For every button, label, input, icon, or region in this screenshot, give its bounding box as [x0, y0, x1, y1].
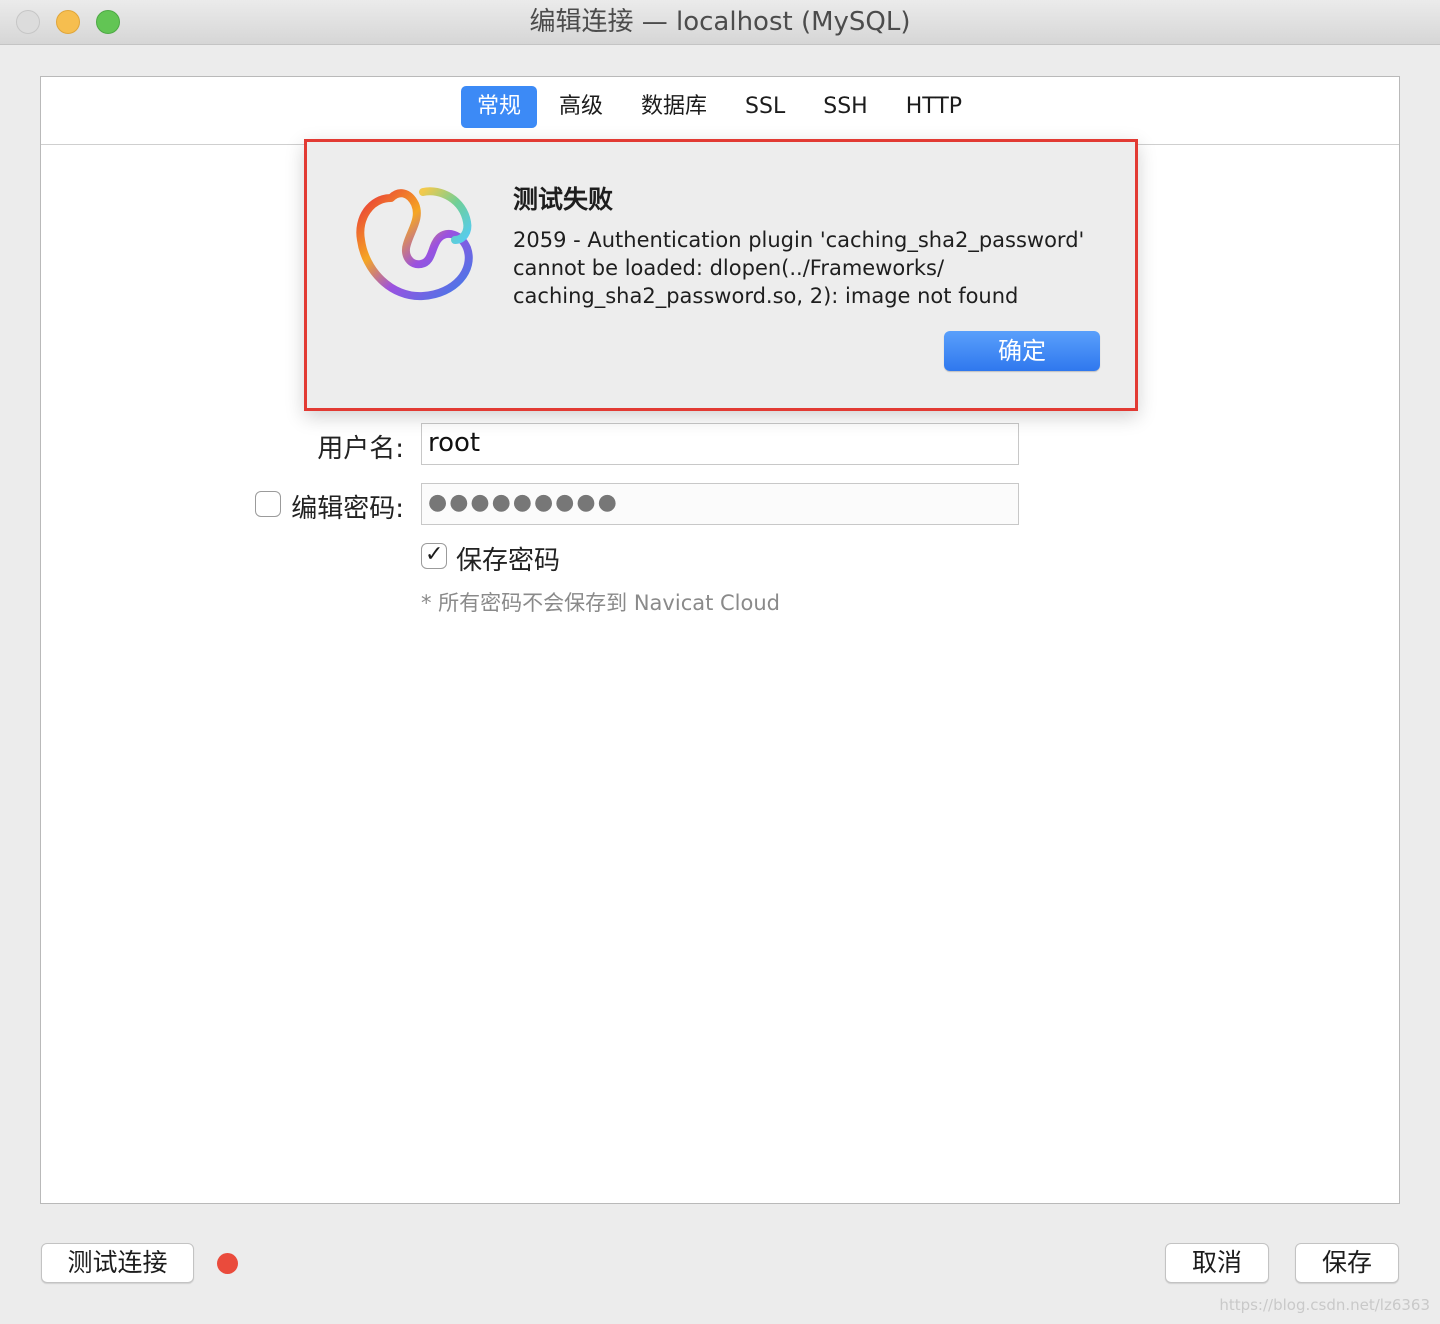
test-failed-alert: 测试失败 2059 - Authentication plugin 'cachi… — [304, 139, 1138, 411]
tabs: 常规 高级 数据库 SSL SSH HTTP — [461, 86, 984, 128]
tab-bar: 常规 高级 数据库 SSL SSH HTTP — [41, 77, 1399, 145]
edit-password-checkbox[interactable] — [255, 491, 281, 517]
test-connection-button[interactable]: 测试连接 — [41, 1243, 194, 1283]
password-input[interactable]: ●●●●●●●●● — [421, 483, 1019, 525]
tab-ssl[interactable]: SSL — [729, 86, 801, 128]
window-title: 编辑连接 — localhost (MySQL) — [529, 7, 911, 37]
save-password-checkbox[interactable]: ✓ — [421, 542, 447, 569]
tab-general[interactable]: 常规 — [461, 86, 538, 128]
alert-message-line: caching_sha2_password.so, 2): image not … — [513, 284, 1019, 308]
cloud-note: * 所有密码不会保存到 Navicat Cloud — [421, 591, 780, 615]
tab-databases[interactable]: 数据库 — [625, 86, 723, 128]
tab-http[interactable]: HTTP — [890, 86, 978, 128]
edit-connection-window: 编辑连接 — localhost (MySQL) 常规 高级 数据库 SSL S… — [0, 0, 1440, 1324]
navicat-logo-icon — [351, 178, 479, 306]
username-input[interactable]: root — [421, 423, 1019, 465]
tab-advanced[interactable]: 高级 — [543, 86, 619, 128]
alert-title: 测试失败 — [513, 185, 614, 214]
title-bar: 编辑连接 — localhost (MySQL) — [0, 0, 1440, 45]
username-label: 用户名: — [317, 434, 404, 464]
alert-message-line: cannot be loaded: dlopen(../Frameworks/ — [513, 256, 945, 280]
watermark: https://blog.csdn.net/lz6363 — [1219, 1296, 1430, 1314]
connection-status-indicator — [217, 1253, 238, 1274]
cancel-button[interactable]: 取消 — [1165, 1243, 1269, 1283]
alert-message: 2059 - Authentication plugin 'caching_sh… — [513, 226, 1113, 310]
save-password-label: 保存密码 — [456, 546, 561, 576]
checkmark-icon: ✓ — [425, 542, 444, 567]
alert-message-line: 2059 - Authentication plugin 'caching_sh… — [513, 228, 1085, 252]
tab-ssh[interactable]: SSH — [807, 86, 883, 128]
save-button[interactable]: 保存 — [1295, 1243, 1399, 1283]
ok-button[interactable]: 确定 — [944, 331, 1100, 371]
edit-password-label: 编辑密码: — [291, 494, 404, 524]
